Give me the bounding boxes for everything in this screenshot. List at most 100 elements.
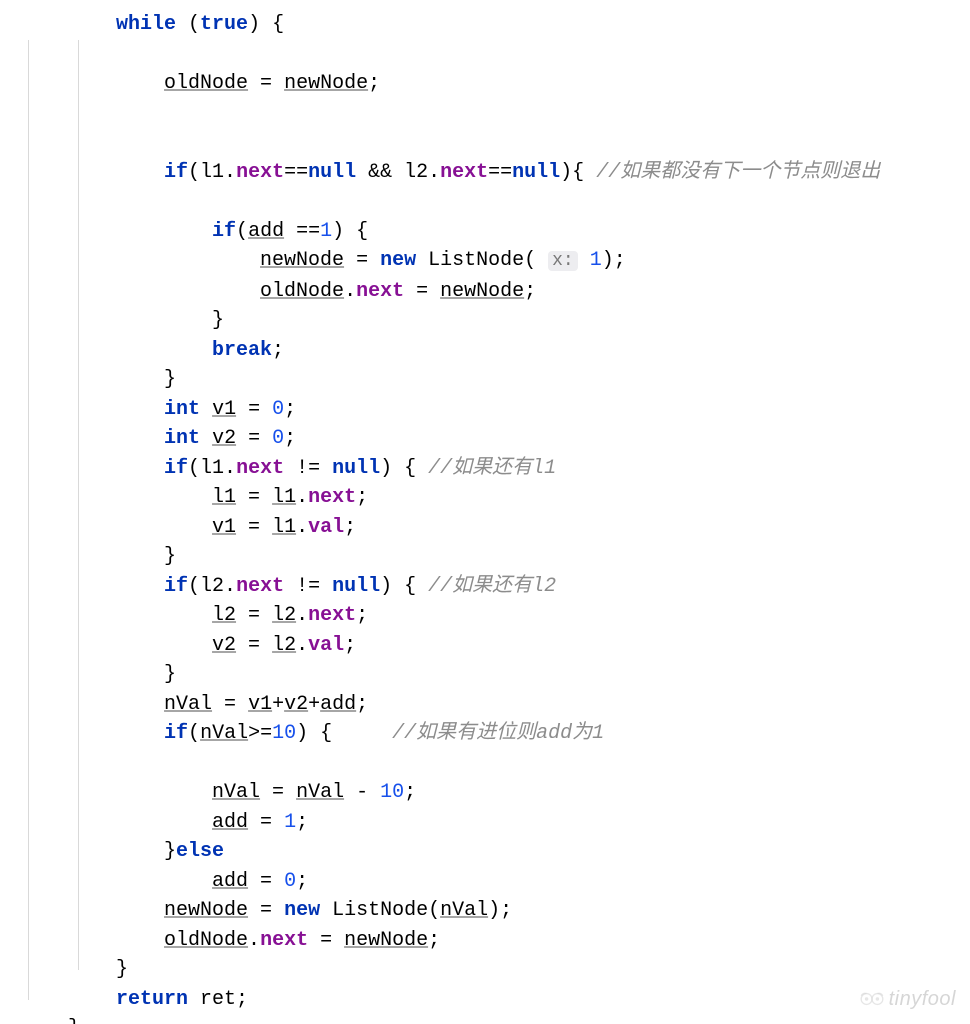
code-token: = [236,427,272,450]
code-token: ( [176,13,200,36]
code-token: = [248,870,284,893]
code-token: ); [602,249,626,272]
code-line: } [20,955,970,985]
code-token: ; [356,604,368,627]
code-token: //如果有进位则add为1 [392,722,604,745]
code-token: . [296,516,308,539]
code-token: ; [524,280,536,303]
code-token: = [248,72,284,95]
code-line: l1 = l1.next; [20,483,970,513]
code-token: v1 [212,398,236,421]
code-token: int [164,398,200,421]
code-token: while [116,13,176,36]
code-token: add [248,220,284,243]
code-token: oldNode [260,280,344,303]
code-token: l2 [212,604,236,627]
code-token [200,398,212,421]
code-block: while (true) { oldNode = newNode; if(l1.… [0,0,970,1024]
code-token: newNode [440,280,524,303]
code-line: nVal = v1+v2+add; [20,690,970,720]
code-token: . [344,280,356,303]
code-token: ; [368,72,380,95]
code-token: nVal [296,781,344,804]
code-token: //如果还有l1 [428,457,556,480]
code-line [20,40,970,70]
code-token: l2 [272,634,296,657]
code-token: l1 [272,516,296,539]
code-token: //如果都没有下一个节点则退出 [596,161,880,184]
code-line: if(l2.next != null) { //如果还有l2 [20,572,970,602]
code-line: if(add ==1) { [20,217,970,247]
code-line: break; [20,336,970,366]
code-token: newNode [164,899,248,922]
code-token: 10 [380,781,404,804]
code-token: = [212,693,248,716]
code-token: nVal [212,781,260,804]
code-token: x: [548,251,578,271]
code-line: if(l1.next==null && l2.next==null){ //如果… [20,158,970,188]
code-token: == [284,161,308,184]
code-token: ){ [560,161,596,184]
code-line [20,749,970,779]
code-line: oldNode.next = newNode; [20,926,970,956]
code-token: = [236,634,272,657]
code-token: . [296,486,308,509]
code-token: (l2. [188,575,236,598]
code-token: ) { [332,220,368,243]
code-line: if(nVal>=10) { //如果有进位则add为1 [20,719,970,749]
code-token: val [308,516,344,539]
code-token: nVal [164,693,212,716]
code-token: if [164,457,188,480]
code-token: l1 [212,486,236,509]
code-token: next [236,575,284,598]
code-line: nVal = nVal - 10; [20,778,970,808]
code-line: oldNode = newNode; [20,69,970,99]
indent-guide [28,40,29,1000]
code-token: next [356,280,404,303]
code-token: 1 [320,220,332,243]
code-token: ) { [296,722,392,745]
code-line: int v1 = 0; [20,395,970,425]
code-token: next [440,161,488,184]
code-token: . [248,929,260,952]
code-line [20,187,970,217]
code-token: != [284,575,332,598]
code-line: newNode = new ListNode(nVal); [20,896,970,926]
code-token: ; [356,486,368,509]
code-token: v2 [284,693,308,716]
code-token: = [236,516,272,539]
code-token: 0 [272,398,284,421]
code-token: ; [404,781,416,804]
code-token: } [68,1017,80,1024]
code-token [200,427,212,450]
code-token: ; [428,929,440,952]
code-token: + [272,693,284,716]
code-token: } [212,309,224,332]
code-token: (l1. [188,161,236,184]
code-token: new [284,899,320,922]
code-line: } [20,306,970,336]
code-token: ) { [380,575,428,598]
code-token: v1 [212,516,236,539]
code-token: } [164,545,176,568]
code-token: ) { [248,13,284,36]
code-token: ; [284,398,296,421]
code-line: if(l1.next != null) { //如果还有l1 [20,454,970,484]
code-token: 0 [284,870,296,893]
code-token: ) { [380,457,428,480]
code-token: int [164,427,200,450]
code-token: = [248,899,284,922]
eye-icon [859,986,885,1012]
code-token: . [296,604,308,627]
code-token: ( [236,220,248,243]
indent-guide [78,40,79,970]
code-token: - [344,781,380,804]
code-token: 1 [590,249,602,272]
code-token: nVal [440,899,488,922]
code-token: 1 [284,811,296,834]
code-token: newNode [284,72,368,95]
code-token [578,249,590,272]
code-line [20,128,970,158]
code-token: ListNode( [416,249,548,272]
code-token: = [248,811,284,834]
